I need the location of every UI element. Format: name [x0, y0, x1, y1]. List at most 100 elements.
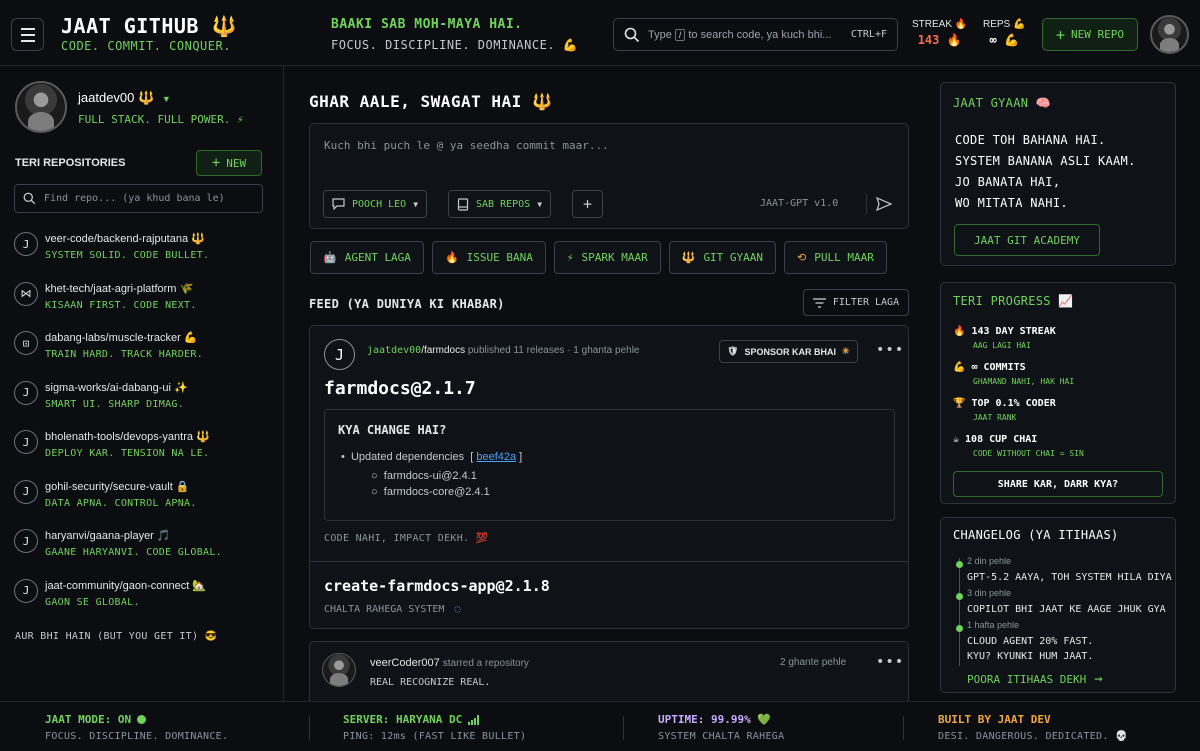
repo-icon: J — [14, 578, 38, 603]
post-repo-link[interactable]: /farmdocs — [421, 345, 465, 356]
feed-card: J jaatdev00/farmdocs published 11 releas… — [309, 325, 909, 629]
divider — [903, 716, 904, 740]
add-context-button[interactable]: + — [572, 190, 603, 218]
streak-value: 143 🔥 — [917, 33, 962, 47]
heart-shield-icon: 🛡 — [727, 346, 739, 356]
share-button[interactable]: SHARE KAR, DARR KYA? — [953, 471, 1163, 497]
repo-icon: J — [14, 479, 38, 504]
motto-line-2: FOCUS. DISCIPLINE. DOMINANCE. 💪 — [331, 38, 579, 52]
jaat-mode-status: JAAT MODE: ON FOCUS. DISCIPLINE. DOMINAN… — [45, 713, 229, 742]
repo-item[interactable]: J gohil-security/secure-vault 🔒 DATA APNA… — [14, 479, 274, 530]
changelog-item[interactable]: 2 din pehle GPT-5.2 AAYA, TOH SYSTEM HIL… — [956, 556, 1172, 585]
new-repo-button[interactable]: + NEW REPO — [1042, 18, 1138, 51]
lightning-icon: ⚡ — [566, 251, 574, 264]
loading-icon: ◌ — [454, 604, 461, 615]
gyaan-title: JAAT GYAAN 🧠 — [953, 96, 1052, 110]
release-title-2[interactable]: create-farmdocs-app@2.1.8 — [324, 577, 550, 595]
repos-dropdown[interactable]: SAB REPOS ▼ — [448, 190, 552, 218]
progress-item: ☕ 108 CUP CHAI CODE WITHOUT CHAI = SIN — [953, 434, 1084, 458]
built-by: BUILT BY JAAT DEV DESI. DANGEROUS. DEDIC… — [938, 713, 1128, 742]
profile-avatar[interactable] — [15, 81, 67, 133]
send-button[interactable] — [866, 194, 892, 214]
post-user-link[interactable]: jaatdev00 — [367, 345, 421, 356]
progress-panel: TERI PROGRESS 📈 🔥 143 DAY STREAK AAG LAGI… — [940, 282, 1176, 504]
profile-tagline: FULL STACK. FULL POWER. ⚡ — [78, 113, 244, 126]
brand-title: JAAT GITHUB — [61, 14, 199, 38]
new-repo-small-button[interactable]: + NEW — [196, 150, 262, 176]
agent-button[interactable]: 🤖 AGENT LAGA — [310, 241, 424, 274]
changelog-item[interactable]: 1 hafta pehle CLOUD AGENT 20% FAST. KYU?… — [956, 620, 1093, 664]
changes-title: KYA CHANGE HAI? — [338, 423, 447, 437]
post-meta: veerCoder007 starred a repository — [370, 657, 529, 669]
arrow-right-icon: → — [1094, 671, 1103, 687]
repo-item[interactable]: ⋈ khet-tech/jaat-agri-platform 🌾 KISAAN F… — [14, 281, 274, 332]
trident-icon: 🔱 — [138, 90, 155, 105]
uptime-status: UPTIME: 99.99% 💚 SYSTEM CHALTA RAHEGA — [658, 713, 785, 742]
changelog-item[interactable]: 3 din pehle COPILOT BHI JAAT KE AAGE JHU… — [956, 588, 1166, 617]
repo-icon: J — [14, 232, 38, 256]
impact-text: CODE NAHI, IMPACT DEKH. 💯 — [324, 533, 489, 544]
repo-icon: J — [14, 380, 38, 405]
academy-button[interactable]: JAAT GIT ACADEMY — [954, 224, 1100, 256]
quick-actions: 🤖 AGENT LAGA 🔥 ISSUE BANA ⚡ SPARK MAAR 🔱 GIT… — [310, 241, 887, 274]
repos-title: TERI REPOSITORIES — [15, 157, 126, 169]
pooch-dropdown[interactable]: POOCH LEO ▼ — [323, 190, 428, 218]
pull-button[interactable]: ⟲ PULL MAAR — [784, 241, 887, 274]
streak-stat: STREAK 🔥 143 🔥 — [912, 19, 968, 47]
progress-item: 🔥 143 DAY STREAK AAG LAGI HAI — [953, 326, 1056, 350]
git-gyaan-button[interactable]: 🔱 GIT GYAAN — [668, 241, 777, 274]
hamburger-icon — [20, 27, 35, 30]
repo-icon: ⊡ — [14, 331, 38, 355]
spark-button[interactable]: ⚡ SPARK MAAR — [553, 241, 661, 274]
plus-icon: + — [211, 155, 221, 171]
brand[interactable]: JAAT GITHUB 🔱 CODE. COMMIT. CONQUER. — [61, 14, 237, 53]
post-sub: REAL RECOGNIZE REAL. — [370, 677, 491, 688]
more-options-icon[interactable]: ••• — [876, 654, 904, 670]
chat-icon — [332, 198, 345, 210]
search-input[interactable]: Type / to search code, ya kuch bhi... CT… — [613, 18, 898, 51]
repo-book-icon — [457, 197, 469, 211]
more-repos-link[interactable]: AUR BHI HAIN (BUT YOU GET IT) 😎 — [15, 631, 217, 642]
progress-item: 💪 ∞ COMMITS GHAMAND NAHI, HAK HAI — [953, 362, 1075, 386]
post-meta: jaatdev00/farmdocs published 11 releases… — [367, 345, 640, 356]
release-2-status: CHALTA RAHEGA SYSTEM ◌ — [324, 604, 461, 615]
issue-button[interactable]: 🔥 ISSUE BANA — [431, 241, 546, 274]
server-status: SERVER: HARYANA DC PING: 12ms (FAST LIKE… — [343, 713, 527, 742]
status-footer: JAAT MODE: ON FOCUS. DISCIPLINE. DOMINAN… — [0, 701, 1200, 751]
repo-item[interactable]: ⊡ dabang-labs/muscle-tracker 💪 TRAIN HARD… — [14, 331, 274, 381]
profile-switcher[interactable]: jaatdev00 🔱 ▼ — [78, 90, 171, 106]
pull-icon: ⟲ — [797, 251, 807, 264]
repo-item[interactable]: J veer-code/backend-rajputana 🔱 SYSTEM SO… — [14, 232, 274, 282]
more-options-icon[interactable]: ••• — [876, 342, 904, 358]
brand-tagline: CODE. COMMIT. CONQUER. — [61, 39, 231, 53]
send-icon — [876, 197, 892, 211]
progress-item: 🏆 TOP 0.1% CODER JAAT RANK — [953, 398, 1056, 422]
filter-button[interactable]: FILTER LAGA — [803, 289, 909, 316]
chevron-down-icon: ▼ — [537, 199, 543, 209]
chai-icon: ☕ — [953, 434, 960, 445]
find-repo-input[interactable]: Find repo... (ya khud bana le) — [14, 184, 263, 213]
post-user-link[interactable]: veerCoder007 — [370, 657, 440, 669]
progress-title: TERI PROGRESS 📈 — [953, 294, 1074, 308]
commit-link[interactable]: beef42a — [476, 451, 516, 463]
repo-item[interactable]: J sigma-works/ai-dabang-ui ✨ SMART UI. SH… — [14, 380, 274, 431]
menu-button[interactable] — [11, 18, 44, 51]
sponsor-button[interactable]: 🛡 SPONSOR KAR BHAI ✳ — [719, 340, 858, 363]
timeline-dot — [956, 625, 963, 632]
compose-box[interactable]: Kuch bhi puch le @ ya seedha commit maar… — [309, 123, 909, 229]
repo-item[interactable]: J bholenath-tools/devops-yantra 🔱 DEPLOY … — [14, 430, 274, 480]
muscle-icon: 💪 — [953, 362, 966, 373]
divider — [310, 561, 908, 562]
motto-line-1: BAAKI SAB MOH-MAYA HAI. — [331, 17, 523, 32]
sparkle-icon: ✳ — [841, 346, 850, 356]
repo-item[interactable]: J jaat-community/gaon-connect 🏡 GAON SE G… — [14, 578, 274, 629]
user-avatar[interactable] — [1150, 15, 1189, 54]
release-title[interactable]: farmdocs@2.1.7 — [324, 378, 476, 399]
reps-value: ∞ 💪 — [989, 33, 1019, 47]
plus-icon: + — [1055, 25, 1066, 44]
changelog-more-link[interactable]: POORA ITIHAAS DEKH → — [967, 671, 1103, 687]
model-label: JAAT-GPT v1.0 — [760, 198, 839, 209]
robot-icon: 🤖 — [323, 251, 337, 264]
repo-item[interactable]: J haryanvi/gaana-player 🎵 GAANE HARYANVI.… — [14, 529, 274, 579]
avatar[interactable] — [322, 653, 356, 687]
